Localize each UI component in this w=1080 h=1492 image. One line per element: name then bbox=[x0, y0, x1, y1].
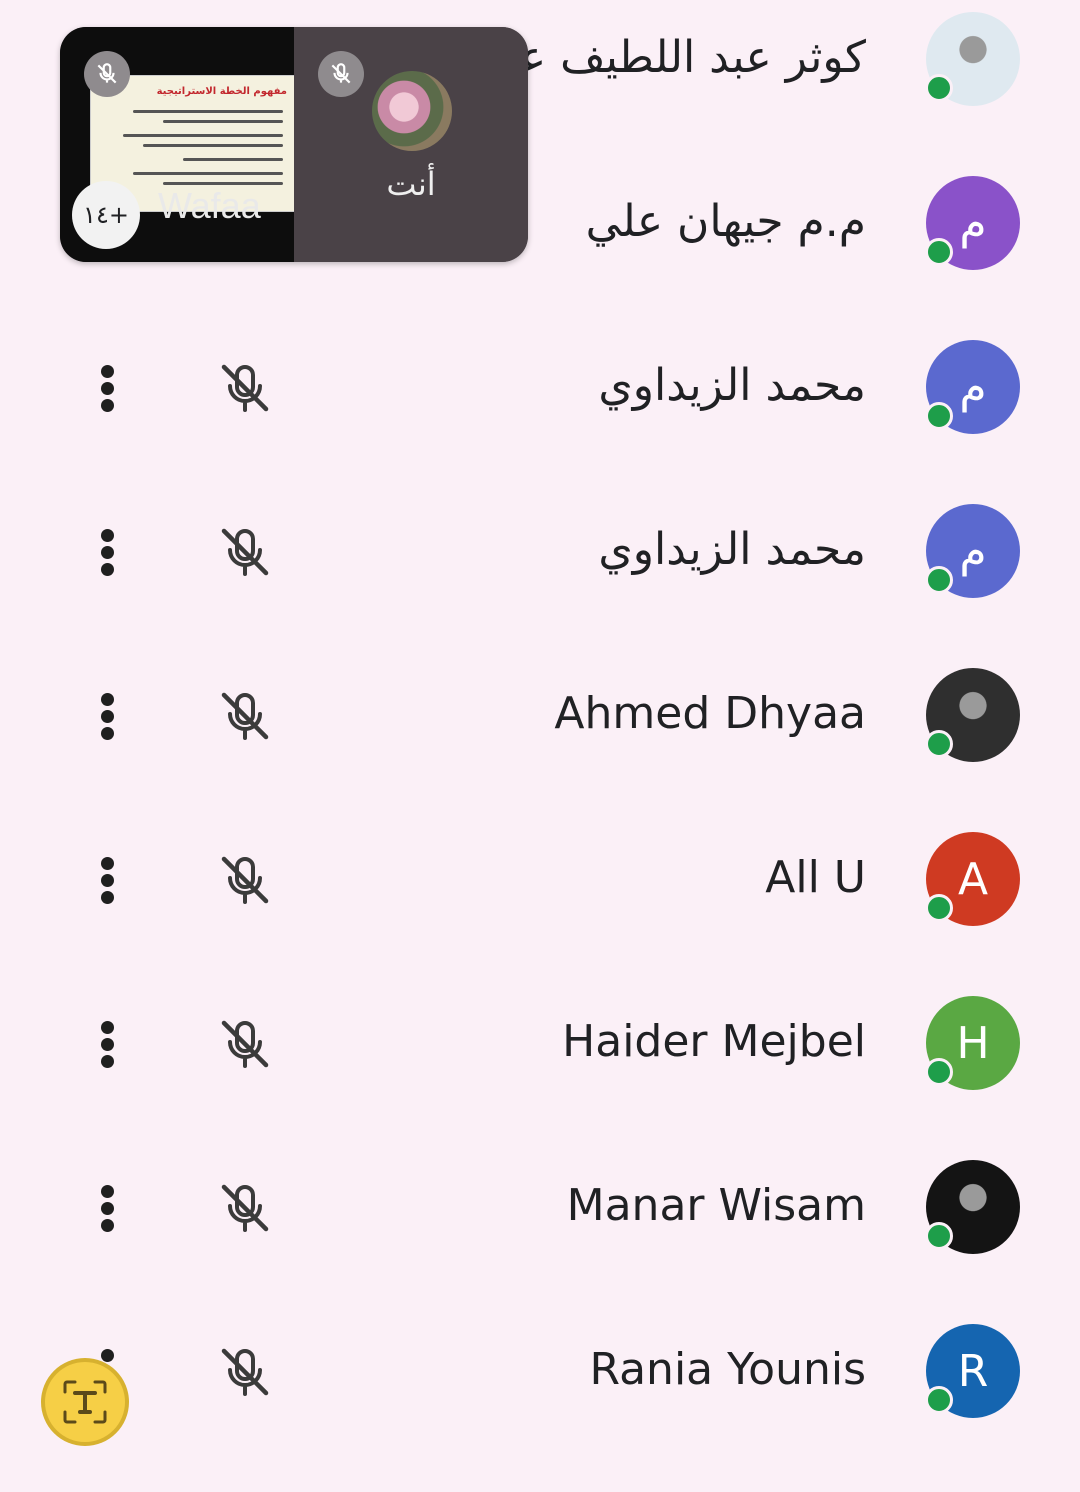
avatar-letter: R bbox=[957, 1345, 989, 1397]
more-vert-icon bbox=[101, 727, 114, 740]
pip-panel[interactable]: مفهوم الخطة الاستراتيجية ١٤+ Wafaa أنت bbox=[60, 27, 528, 262]
participant-row[interactable]: H Haider Mejbel bbox=[0, 986, 1080, 1150]
participant-name: Ahmed Dhyaa bbox=[554, 688, 866, 739]
self-label: أنت bbox=[386, 165, 436, 203]
slide-text-line bbox=[133, 110, 283, 113]
more-participants-count[interactable]: ١٤+ bbox=[72, 181, 140, 249]
more-vert-icon bbox=[101, 399, 114, 412]
online-status-dot bbox=[925, 238, 953, 266]
online-status-dot bbox=[925, 730, 953, 758]
more-options-button[interactable] bbox=[86, 355, 130, 421]
participant-name: All U bbox=[765, 852, 866, 903]
participant-name: محمد الزيداوي bbox=[598, 360, 866, 411]
presenter-tile[interactable]: مفهوم الخطة الاستراتيجية ١٤+ Wafaa bbox=[60, 27, 298, 262]
more-options-button[interactable] bbox=[86, 1011, 130, 1077]
mic-off-icon[interactable] bbox=[212, 519, 278, 585]
more-vert-icon bbox=[101, 1021, 114, 1034]
slide-text-line bbox=[123, 134, 283, 137]
more-vert-icon bbox=[101, 857, 114, 870]
online-status-dot bbox=[925, 74, 953, 102]
more-vert-icon bbox=[101, 1219, 114, 1232]
more-vert-icon bbox=[101, 529, 114, 542]
more-vert-icon bbox=[101, 365, 114, 378]
more-vert-icon bbox=[101, 891, 114, 904]
more-vert-icon bbox=[101, 1038, 114, 1051]
slide-title: مفهوم الخطة الاستراتيجية bbox=[156, 86, 287, 97]
slide-text-line bbox=[163, 120, 283, 123]
avatar-letter: A bbox=[957, 853, 989, 905]
slide-text-line bbox=[133, 172, 283, 175]
online-status-dot bbox=[925, 1386, 953, 1414]
more-vert-icon bbox=[101, 1055, 114, 1068]
online-status-dot bbox=[925, 1222, 953, 1250]
more-options-button[interactable] bbox=[86, 847, 130, 913]
online-status-dot bbox=[925, 894, 953, 922]
mic-off-icon[interactable] bbox=[212, 355, 278, 421]
more-vert-icon bbox=[101, 546, 114, 559]
participant-row[interactable]: A All U bbox=[0, 822, 1080, 986]
more-vert-icon bbox=[101, 1185, 114, 1198]
more-vert-icon bbox=[101, 563, 114, 576]
self-mic-off-icon bbox=[318, 51, 364, 97]
more-vert-icon bbox=[101, 710, 114, 723]
more-vert-icon bbox=[101, 693, 114, 706]
online-status-dot bbox=[925, 1058, 953, 1086]
mic-off-icon[interactable] bbox=[212, 683, 278, 749]
more-vert-icon bbox=[101, 382, 114, 395]
participant-name: Manar Wisam bbox=[566, 1180, 866, 1231]
mic-off-icon[interactable] bbox=[212, 1339, 278, 1405]
mic-off-icon[interactable] bbox=[212, 1011, 278, 1077]
more-vert-icon bbox=[101, 1202, 114, 1215]
participant-name: كوثر عبد اللطيف عبا bbox=[493, 32, 866, 83]
slide-text-line bbox=[143, 144, 283, 147]
slide-text-line bbox=[183, 158, 283, 161]
participant-row[interactable]: م محمد الزيداوي bbox=[0, 494, 1080, 658]
self-avatar bbox=[372, 71, 452, 151]
text-scan-button[interactable] bbox=[45, 1362, 125, 1442]
more-options-button[interactable] bbox=[86, 1175, 130, 1241]
participant-name: م.م جيهان علي bbox=[585, 196, 866, 247]
more-options-button[interactable] bbox=[86, 683, 130, 749]
participant-row[interactable]: R Rania Younis bbox=[0, 1314, 1080, 1478]
participant-name: Haider Mejbel bbox=[562, 1016, 866, 1067]
avatar-letter: H bbox=[956, 1017, 990, 1069]
presenter-mic-off-icon bbox=[84, 51, 130, 97]
participant-name: محمد الزيداوي bbox=[598, 524, 866, 575]
more-vert-icon bbox=[101, 874, 114, 887]
presenter-name: Wafaa bbox=[158, 185, 261, 226]
online-status-dot bbox=[925, 402, 953, 430]
more-vert-icon bbox=[101, 1349, 114, 1362]
more-options-button[interactable] bbox=[86, 519, 130, 585]
avatar-letter: م bbox=[959, 525, 987, 577]
online-status-dot bbox=[925, 566, 953, 594]
participant-row[interactable]: Manar Wisam bbox=[0, 1150, 1080, 1314]
participant-row[interactable]: م محمد الزيداوي bbox=[0, 330, 1080, 494]
participant-name: Rania Younis bbox=[589, 1344, 866, 1395]
mic-off-icon[interactable] bbox=[212, 1175, 278, 1241]
text-scan-icon bbox=[63, 1380, 107, 1424]
mic-off-icon[interactable] bbox=[212, 847, 278, 913]
participant-row[interactable]: Ahmed Dhyaa bbox=[0, 658, 1080, 822]
self-tile[interactable]: أنت bbox=[294, 27, 528, 262]
avatar-letter: م bbox=[959, 197, 987, 249]
avatar-letter: م bbox=[959, 361, 987, 413]
